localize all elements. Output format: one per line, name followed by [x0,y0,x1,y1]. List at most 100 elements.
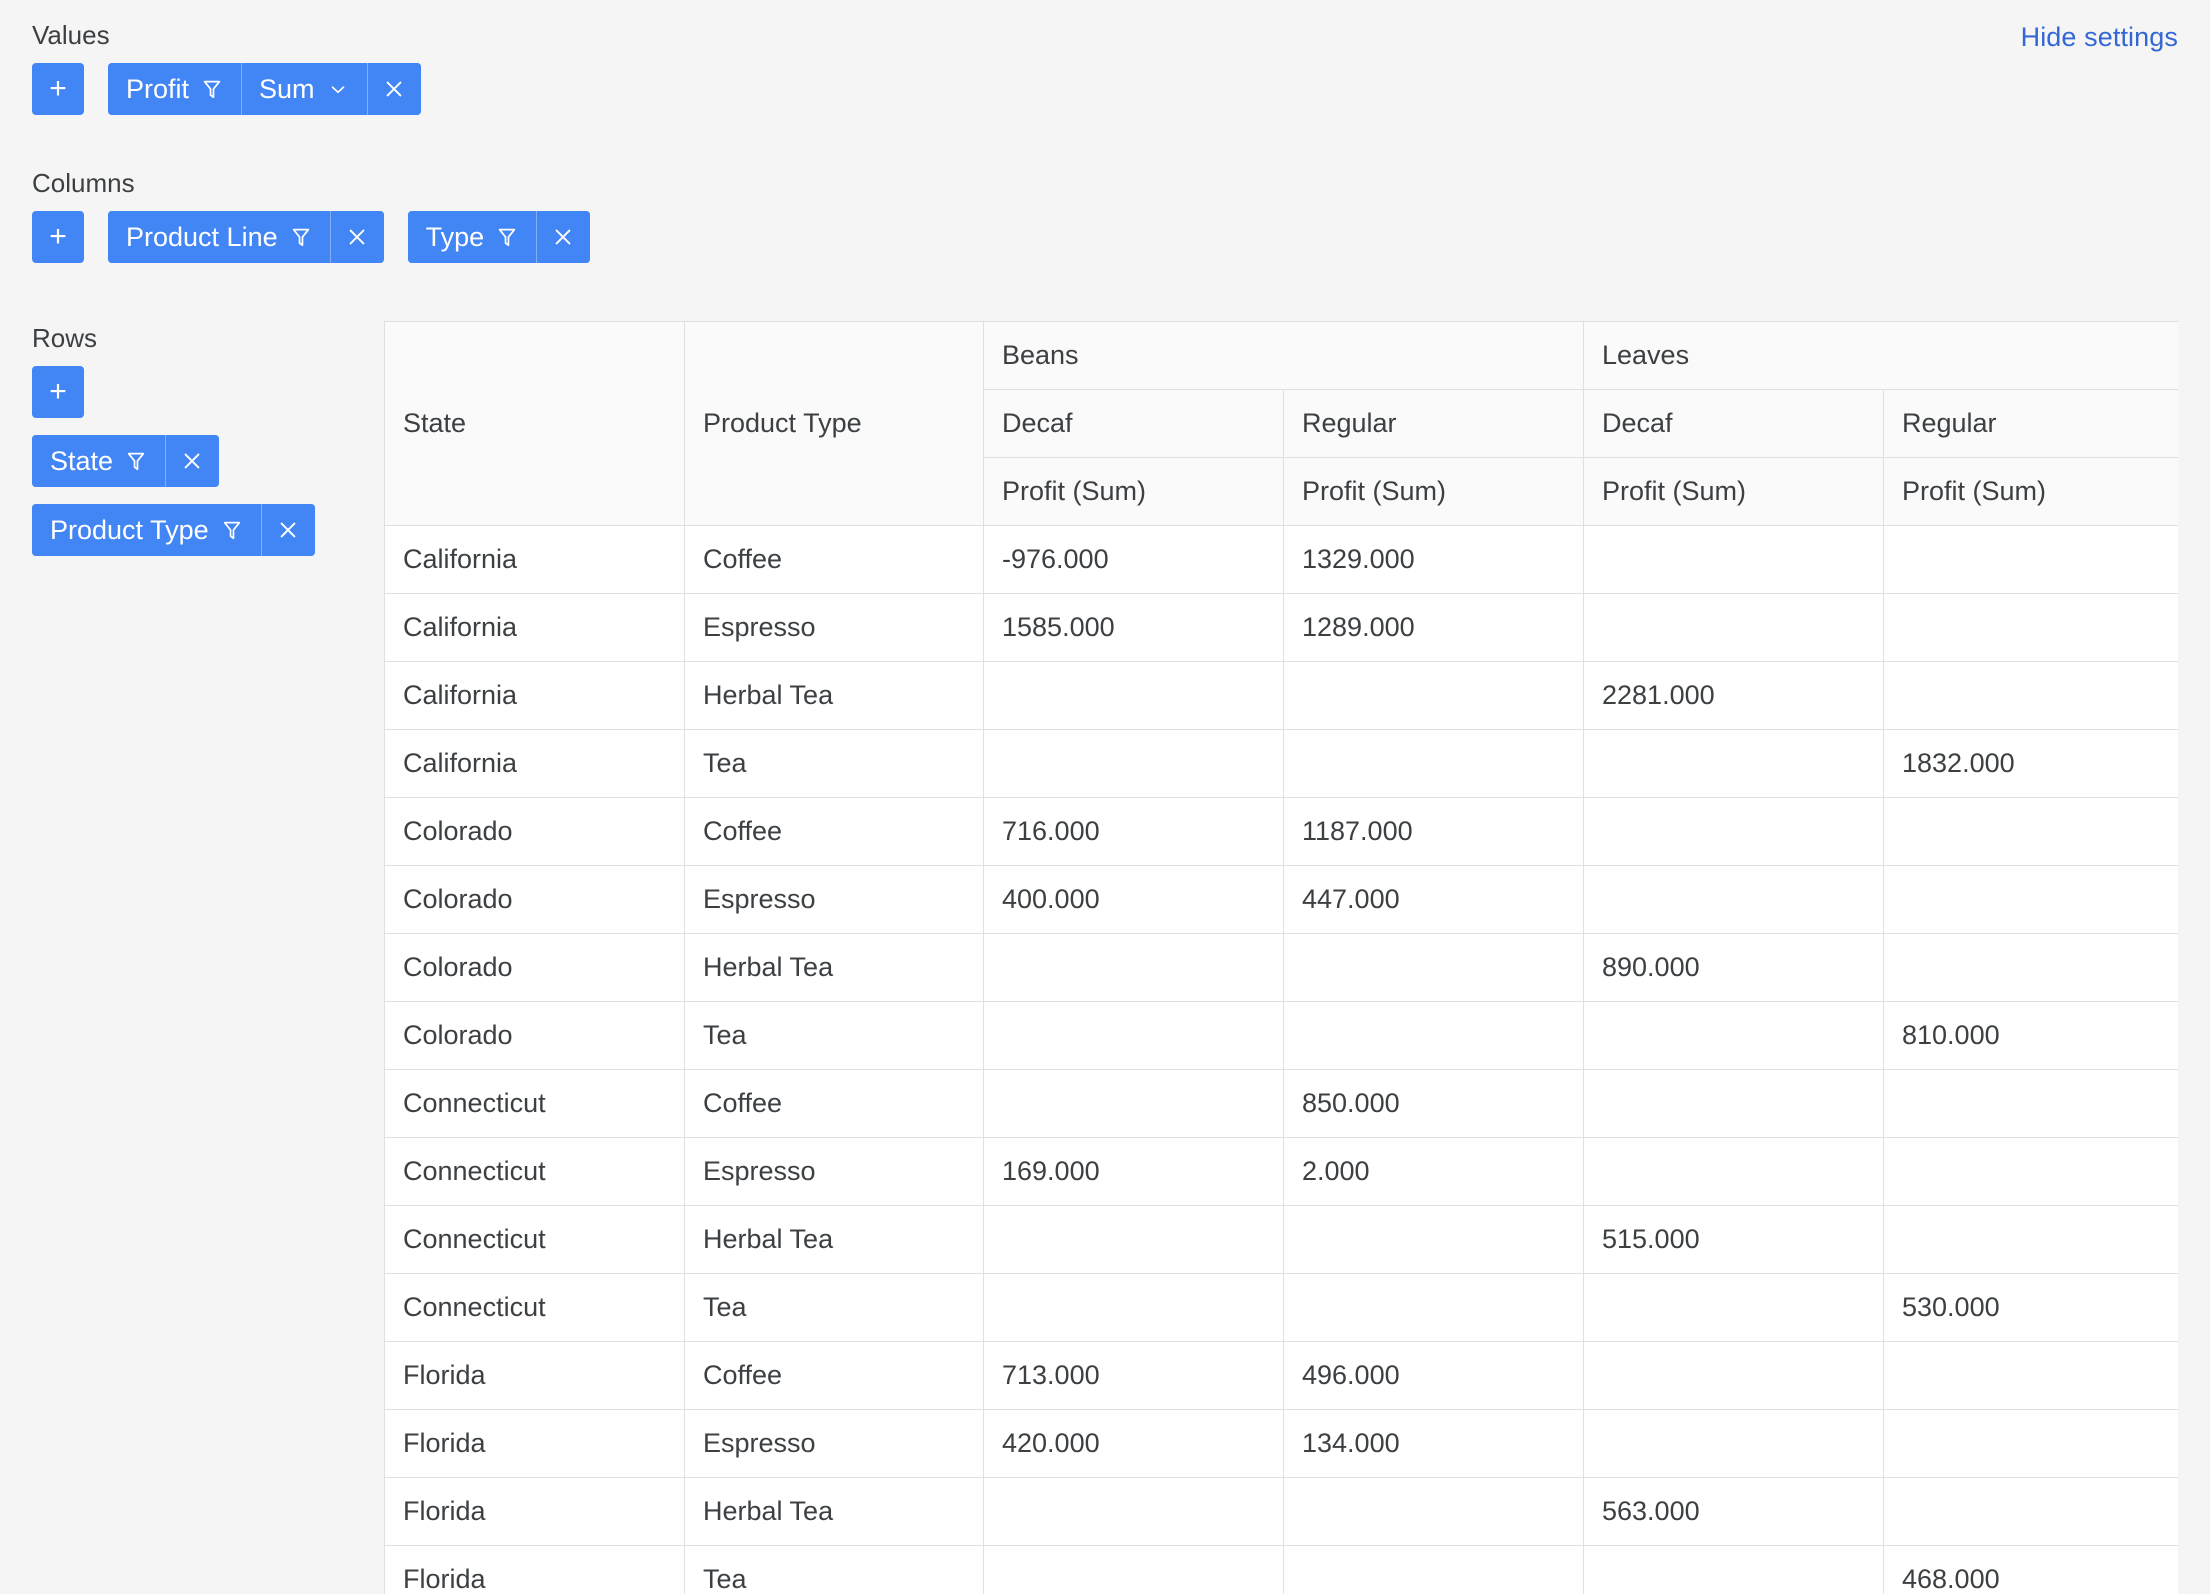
column-subgroup-leaves-regular[interactable]: Regular [1882,389,2178,458]
cell-leaves-regular[interactable] [1882,1409,2178,1478]
cell-beans-regular[interactable]: 1187.000 [1283,797,1584,866]
close-icon[interactable] [383,77,405,101]
cell-leaves-decaf[interactable] [1583,1409,1884,1478]
close-icon[interactable] [181,449,203,473]
value-pill-profit[interactable]: Profit Sum [108,63,421,115]
cell-leaves-regular[interactable] [1882,1477,2178,1546]
cell-product-type[interactable]: Herbal Tea [684,1205,984,1274]
add-column-button[interactable]: + [32,211,84,263]
cell-leaves-regular[interactable] [1882,1069,2178,1138]
cell-product-type[interactable]: Herbal Tea [684,1477,984,1546]
cell-beans-decaf[interactable] [983,729,1284,798]
cell-state[interactable]: California [384,593,685,662]
cell-leaves-regular[interactable]: 1832.000 [1882,729,2178,798]
add-value-button[interactable]: + [32,63,84,115]
cell-state[interactable]: Connecticut [384,1273,685,1342]
cell-product-type[interactable]: Espresso [684,865,984,934]
cell-state[interactable]: Colorado [384,865,685,934]
cell-leaves-decaf[interactable] [1583,729,1884,798]
table-row[interactable]: Florida Espresso 420.000 134.000 [384,1409,2178,1478]
filter-icon[interactable] [201,77,223,101]
cell-beans-decaf[interactable] [983,661,1284,730]
cell-leaves-regular[interactable]: 810.000 [1882,1001,2178,1070]
pivot-table-container[interactable]: State Product Type Beans Leaves Decaf Re… [384,321,2178,1594]
row-pill-field-segment[interactable]: Product Type [32,504,261,556]
column-subgroup-leaves-decaf[interactable]: Decaf [1583,389,1884,458]
table-row[interactable]: Connecticut Espresso 169.000 2.000 [384,1137,2178,1206]
cell-product-type[interactable]: Tea [684,1001,984,1070]
cell-leaves-regular[interactable] [1882,593,2178,662]
column-subgroup-beans-regular[interactable]: Regular [1283,389,1584,458]
cell-beans-regular[interactable]: 496.000 [1283,1341,1584,1410]
table-row[interactable]: California Tea 1832.000 [384,729,2178,798]
cell-state[interactable]: Colorado [384,933,685,1002]
cell-beans-regular[interactable] [1283,933,1584,1002]
filter-icon[interactable] [221,518,243,542]
cell-beans-decaf[interactable]: 420.000 [983,1409,1284,1478]
chevron-down-icon[interactable] [327,77,349,101]
row-header-product-type[interactable]: Product Type [684,321,984,526]
cell-beans-regular[interactable] [1283,1477,1584,1546]
cell-leaves-regular[interactable] [1882,933,2178,1002]
column-pill-remove-button[interactable] [536,211,591,263]
table-row[interactable]: Florida Coffee 713.000 496.000 [384,1341,2178,1410]
table-row[interactable]: Colorado Espresso 400.000 447.000 [384,865,2178,934]
table-row[interactable]: California Coffee -976.000 1329.000 [384,525,2178,594]
cell-leaves-regular[interactable]: 530.000 [1882,1273,2178,1342]
cell-leaves-regular[interactable] [1882,1341,2178,1410]
cell-leaves-regular[interactable] [1882,661,2178,730]
cell-beans-regular[interactable]: 1329.000 [1283,525,1584,594]
cell-leaves-decaf[interactable] [1583,1341,1884,1410]
value-pill-field-segment[interactable]: Profit [108,63,242,115]
cell-beans-decaf[interactable] [983,1477,1284,1546]
row-pill-product-type[interactable]: Product Type [32,504,315,556]
cell-beans-regular[interactable]: 134.000 [1283,1409,1584,1478]
cell-beans-decaf[interactable]: 400.000 [983,865,1284,934]
column-group-beans[interactable]: Beans [983,321,1584,390]
cell-beans-regular[interactable] [1283,661,1584,730]
cell-beans-decaf[interactable] [983,1545,1284,1594]
cell-leaves-decaf[interactable] [1583,1273,1884,1342]
column-pill-field-segment[interactable]: Product Line [108,211,330,263]
cell-beans-decaf[interactable]: 716.000 [983,797,1284,866]
column-subgroup-beans-decaf[interactable]: Decaf [983,389,1284,458]
row-header-state[interactable]: State [384,321,685,526]
close-icon[interactable] [346,225,368,249]
cell-product-type[interactable]: Tea [684,729,984,798]
cell-leaves-decaf[interactable] [1583,797,1884,866]
cell-product-type[interactable]: Espresso [684,593,984,662]
cell-beans-decaf[interactable]: 1585.000 [983,593,1284,662]
cell-state[interactable]: Colorado [384,797,685,866]
column-pill-remove-button[interactable] [329,211,384,263]
cell-product-type[interactable]: Espresso [684,1137,984,1206]
cell-beans-decaf[interactable]: -976.000 [983,525,1284,594]
cell-state[interactable]: Connecticut [384,1069,685,1138]
cell-beans-regular[interactable] [1283,1001,1584,1070]
measure-header-leaves-regular[interactable]: Profit (Sum) [1882,457,2178,526]
cell-leaves-decaf[interactable]: 890.000 [1583,933,1884,1002]
cell-state[interactable]: California [384,661,685,730]
cell-beans-regular[interactable]: 447.000 [1283,865,1584,934]
table-row[interactable]: California Herbal Tea 2281.000 [384,661,2178,730]
cell-beans-decaf[interactable] [983,1069,1284,1138]
cell-leaves-decaf[interactable]: 515.000 [1583,1205,1884,1274]
table-row[interactable]: Connecticut Coffee 850.000 [384,1069,2178,1138]
table-row[interactable]: California Espresso 1585.000 1289.000 [384,593,2178,662]
cell-state[interactable]: California [384,729,685,798]
cell-beans-regular[interactable] [1283,1205,1584,1274]
filter-icon[interactable] [496,225,518,249]
close-icon[interactable] [277,518,299,542]
cell-leaves-decaf[interactable] [1583,593,1884,662]
column-pill-field-segment[interactable]: Type [407,211,537,263]
table-row[interactable]: Connecticut Tea 530.000 [384,1273,2178,1342]
table-row[interactable]: Colorado Coffee 716.000 1187.000 [384,797,2178,866]
cell-product-type[interactable]: Coffee [684,525,984,594]
cell-leaves-decaf[interactable]: 2281.000 [1583,661,1884,730]
cell-leaves-decaf[interactable] [1583,865,1884,934]
cell-beans-decaf[interactable] [983,1273,1284,1342]
cell-leaves-regular[interactable] [1882,1205,2178,1274]
row-pill-remove-button[interactable] [260,504,315,556]
cell-beans-regular[interactable]: 1289.000 [1283,593,1584,662]
cell-product-type[interactable]: Tea [684,1545,984,1594]
hide-settings-link[interactable]: Hide settings [2021,22,2178,53]
